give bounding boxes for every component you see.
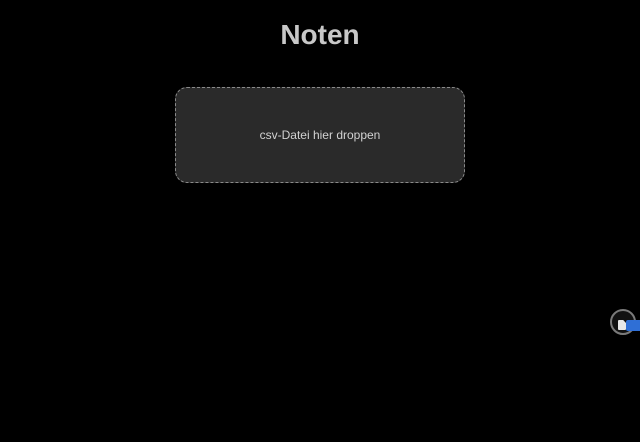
csv-drop-zone[interactable]: csv-Datei hier droppen xyxy=(175,87,465,183)
page-title: Noten xyxy=(280,19,360,50)
drag-copy-badge xyxy=(626,320,640,331)
drop-zone-label: csv-Datei hier droppen xyxy=(259,128,381,142)
